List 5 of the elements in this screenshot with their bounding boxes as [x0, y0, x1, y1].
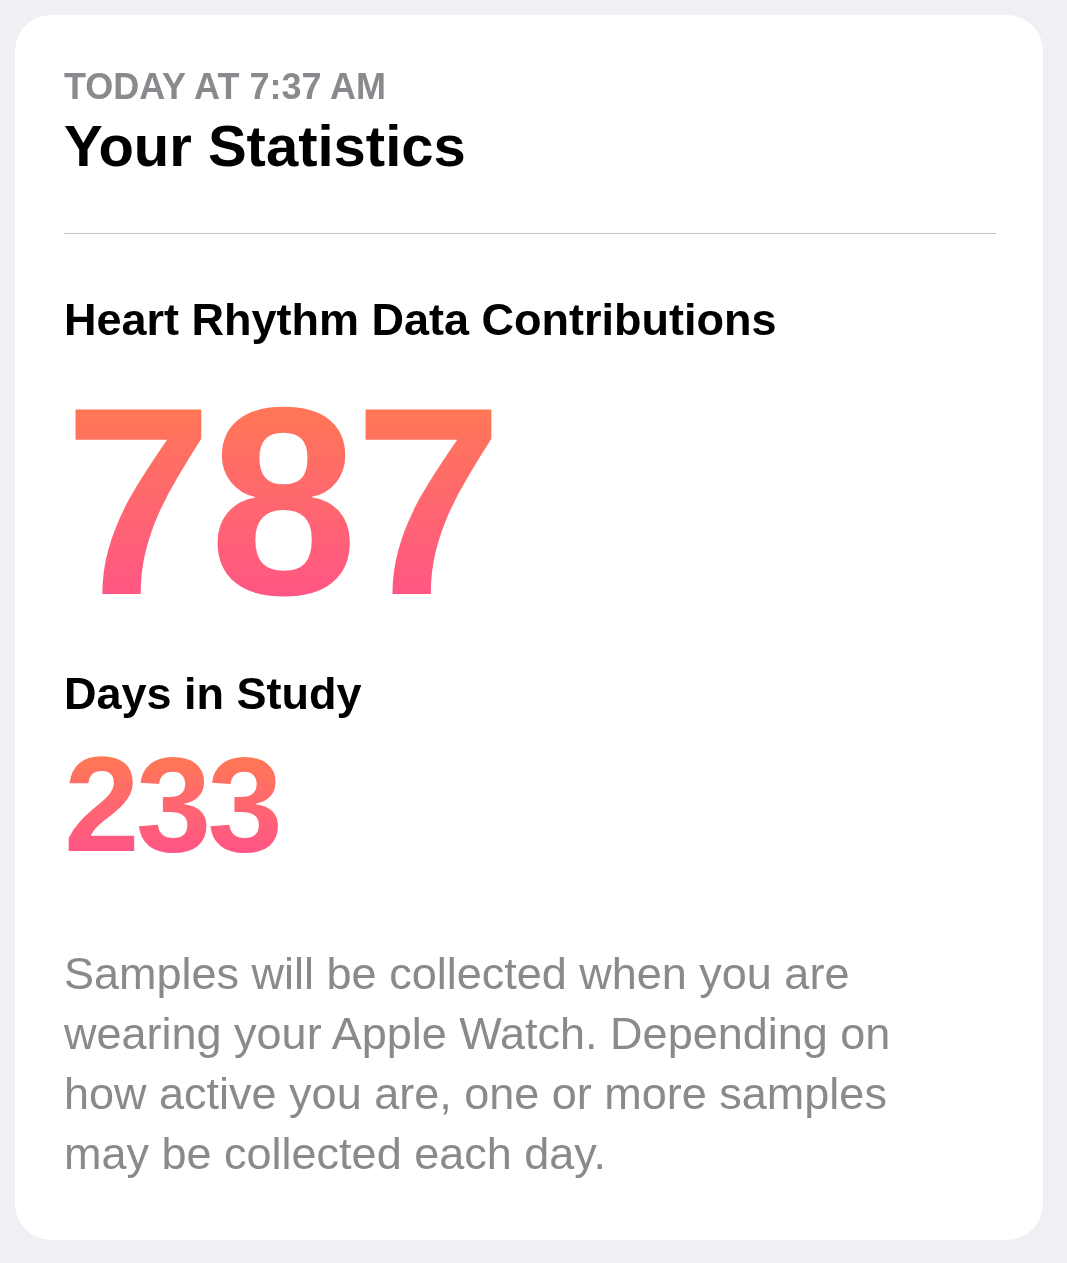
timestamp: TODAY AT 7:37 AM — [64, 65, 388, 109]
info-paragraph: Samples will be collected when you are wearing your Apple Watch. Depending on how active you are, one or more samples may be collected each day. — [64, 947, 892, 1181]
stat-label: Days in Study — [64, 667, 363, 721]
card-title: Your Statistics — [64, 112, 467, 180]
stat-label: Heart Rhythm Data Contributions — [64, 293, 778, 347]
